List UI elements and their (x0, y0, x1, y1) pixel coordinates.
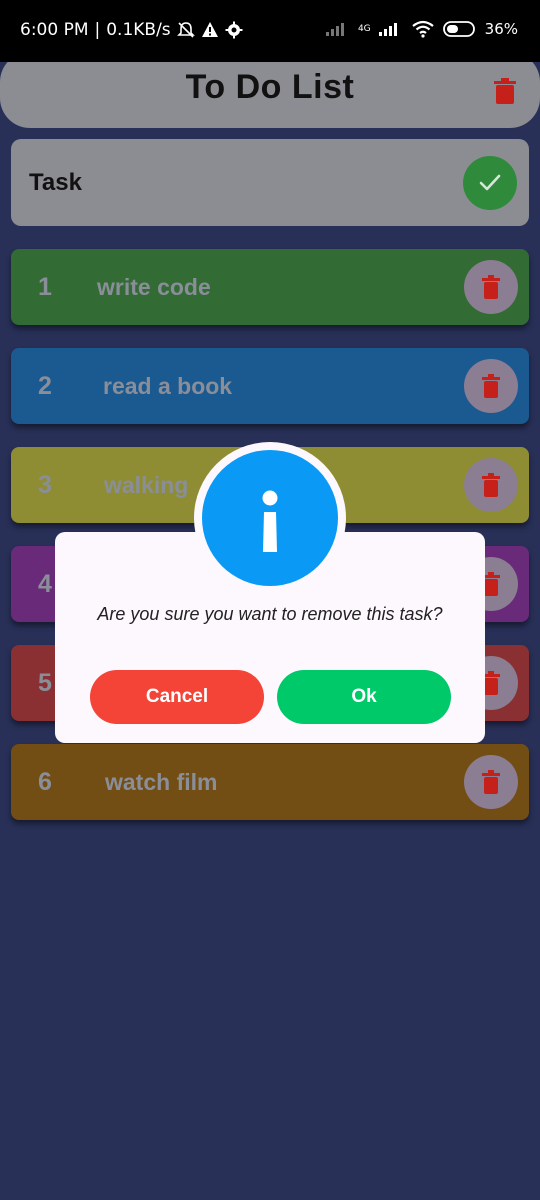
item-number: 3 (38, 471, 52, 499)
info-badge (202, 450, 338, 586)
delete-task-button[interactable] (464, 359, 518, 413)
app-bar: To Do List (0, 52, 540, 128)
item-number: 2 (38, 372, 52, 400)
signal-icon (325, 23, 344, 36)
info-icon (262, 490, 278, 552)
status-time: 6:00 PM (20, 20, 89, 40)
delete-task-button[interactable] (464, 755, 518, 809)
status-left: 6:00 PM | 0.1KB/s (20, 20, 243, 40)
wifi-icon (411, 20, 434, 38)
trash-icon[interactable] (494, 78, 516, 104)
page-title: To Do List (185, 68, 355, 106)
task-input-text[interactable]: Task (29, 169, 82, 197)
status-right: 4G 36% (325, 20, 518, 38)
battery-level: 36% (484, 20, 518, 38)
delete-task-button[interactable] (464, 260, 518, 314)
ok-button[interactable]: Ok (277, 670, 451, 724)
item-number: 4 (38, 570, 52, 598)
dialog-message: Are you sure you want to remove this tas… (97, 604, 443, 624)
battery-icon (442, 21, 475, 37)
status-separator: | (94, 20, 101, 40)
list-item: 1 write code (11, 249, 529, 325)
signal-icon (378, 23, 397, 36)
item-title: write code (97, 274, 211, 300)
delete-task-button[interactable] (464, 458, 518, 512)
list-item: 2 read a book (11, 348, 529, 424)
list-item: 6 watch film (11, 744, 529, 820)
status-bar: 6:00 PM | 0.1KB/s 4G 36% (0, 0, 540, 62)
check-icon (479, 174, 501, 191)
warning-icon (201, 22, 218, 37)
gear-icon (225, 21, 243, 39)
item-title: read a book (103, 373, 233, 399)
dialog-icon-badge (194, 442, 346, 594)
trash-icon (482, 770, 500, 794)
item-title: watch film (105, 769, 218, 795)
item-number: 6 (38, 768, 52, 796)
item-title: walking (104, 472, 189, 498)
mute-bell-icon (176, 22, 195, 38)
trash-icon (482, 374, 500, 398)
item-number: 5 (38, 669, 52, 697)
network-type: 4G (357, 24, 371, 34)
status-speed: 0.1KB/s (106, 20, 171, 40)
cancel-button[interactable]: Cancel (90, 670, 264, 724)
trash-icon (482, 473, 500, 497)
item-number: 1 (38, 273, 52, 301)
add-task-button[interactable] (463, 156, 517, 210)
task-input-field[interactable]: Task (11, 139, 529, 226)
trash-icon (482, 275, 500, 299)
